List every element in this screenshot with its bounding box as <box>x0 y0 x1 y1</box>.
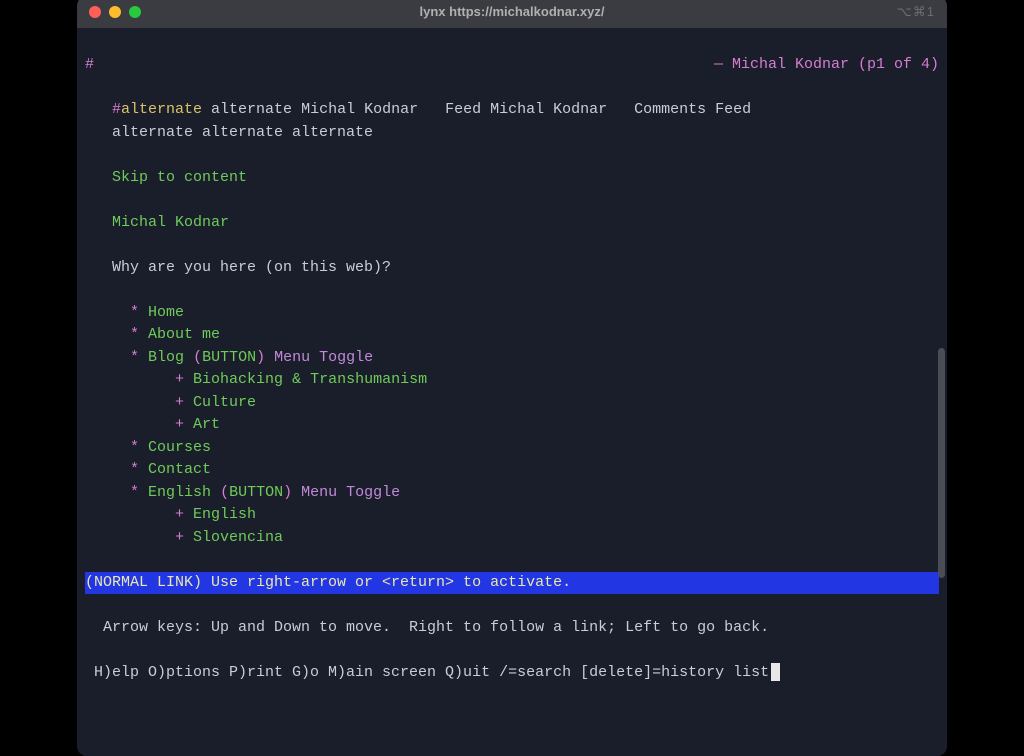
bullet: * <box>130 484 139 501</box>
meta-text-2: alternate alternate alternate <box>112 124 373 141</box>
window-title: lynx https://michalkodnar.xyz/ <box>77 4 947 19</box>
bullet: * <box>130 439 139 456</box>
nav-home[interactable]: Home <box>148 304 184 321</box>
nav-art[interactable]: Art <box>193 416 220 433</box>
nav-culture[interactable]: Culture <box>193 394 256 411</box>
window-shortcut: ⌥⌘1 <box>897 4 935 20</box>
subbullet: + <box>175 394 184 411</box>
close-icon[interactable] <box>89 6 101 18</box>
footer-line-1: Arrow keys: Up and Down to move. Right t… <box>85 617 939 640</box>
subbullet: + <box>175 506 184 523</box>
nav-courses[interactable]: Courses <box>148 439 211 456</box>
tagline-text: Why are you here (on this web)? <box>112 259 391 276</box>
minimize-icon[interactable] <box>109 6 121 18</box>
terminal-body[interactable]: #— Michal Kodnar (p1 of 4) #alternate al… <box>77 28 947 756</box>
nav-lang-english[interactable]: English <box>193 506 256 523</box>
scrollbar[interactable] <box>938 348 945 578</box>
nav-biohacking[interactable]: Biohacking & Transhumanism <box>193 371 427 388</box>
meta-hash: # <box>112 101 121 118</box>
cursor-icon <box>771 663 780 681</box>
menu-toggle-label: Menu Toggle <box>301 484 400 501</box>
hash-prompt: # <box>85 54 94 77</box>
bullet: * <box>130 304 139 321</box>
bullet: * <box>130 349 139 366</box>
button-label[interactable]: BUTTON <box>202 349 256 366</box>
link-alternate[interactable]: alternate <box>121 101 202 118</box>
subbullet: + <box>175 529 184 546</box>
nav-about[interactable]: About me <box>148 326 220 343</box>
link-site-title[interactable]: Michal Kodnar <box>112 214 229 231</box>
bullet: * <box>130 326 139 343</box>
nav-lang-slovencina[interactable]: Slovencina <box>193 529 283 546</box>
status-bar: (NORMAL LINK) Use right-arrow or <return… <box>85 572 939 595</box>
button-label[interactable]: BUTTON <box>229 484 283 501</box>
bullet: * <box>130 461 139 478</box>
page-indicator: — Michal Kodnar (p1 of 4) <box>714 54 939 77</box>
menu-toggle-label: Menu Toggle <box>274 349 373 366</box>
nav-english[interactable]: English <box>148 484 211 501</box>
subbullet: + <box>175 371 184 388</box>
titlebar: lynx https://michalkodnar.xyz/ ⌥⌘1 <box>77 0 947 28</box>
traffic-lights <box>89 6 141 18</box>
maximize-icon[interactable] <box>129 6 141 18</box>
link-skip-to-content[interactable]: Skip to content <box>112 169 247 186</box>
footer-line-2: H)elp O)ptions P)rint G)o M)ain screen Q… <box>85 664 769 681</box>
nav-contact[interactable]: Contact <box>148 461 211 478</box>
terminal-window: lynx https://michalkodnar.xyz/ ⌥⌘1 # — Mi… <box>77 0 947 756</box>
nav-blog[interactable]: Blog <box>148 349 184 366</box>
subbullet: + <box>175 416 184 433</box>
meta-text-1: alternate Michal Kodnar Feed Michal Kodn… <box>202 101 751 118</box>
